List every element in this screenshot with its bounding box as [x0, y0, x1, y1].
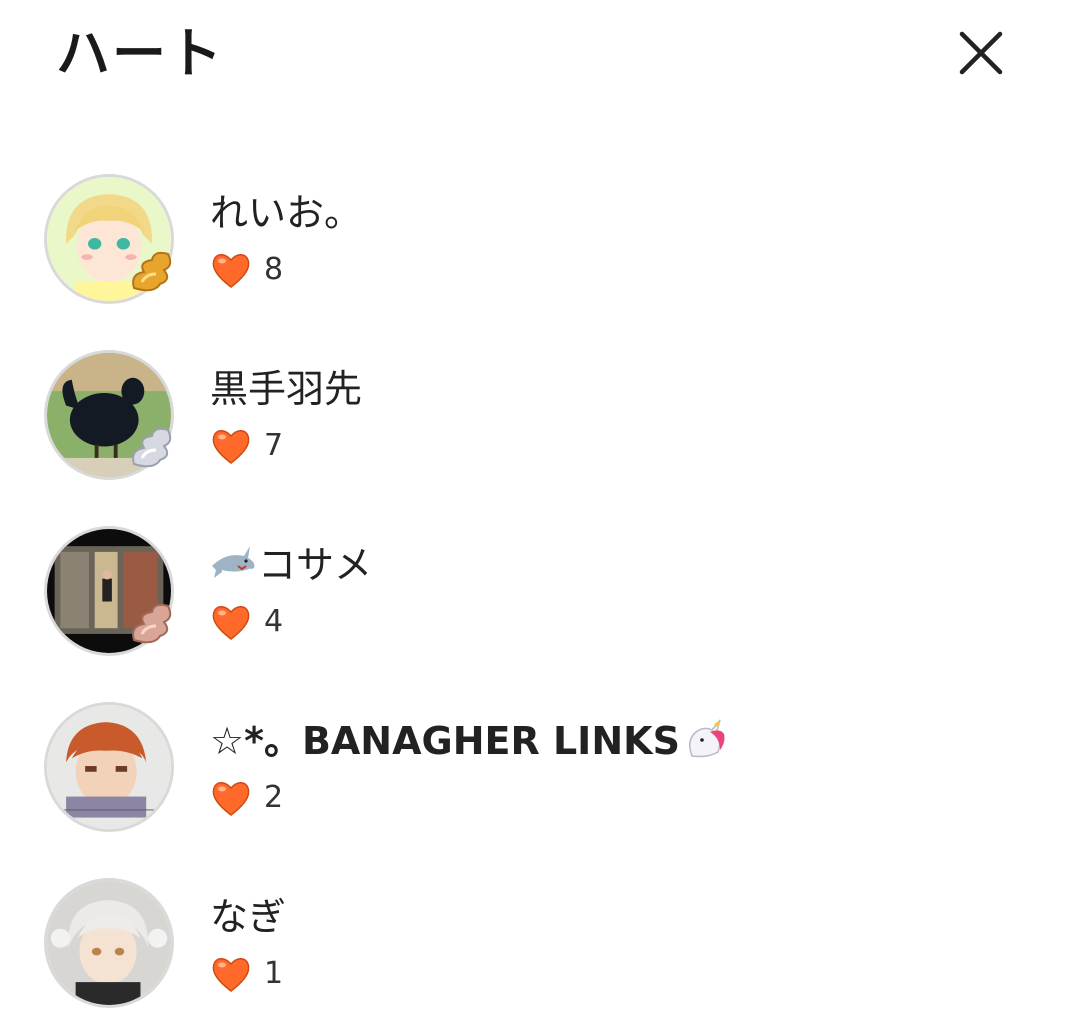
user-name-text: コサメ	[258, 543, 373, 587]
heart-count: 4	[210, 600, 283, 644]
close-button[interactable]	[950, 22, 1012, 84]
list-item[interactable]: 黒手羽先 7	[0, 346, 1080, 486]
heart-icon	[210, 602, 252, 642]
heart-icon	[210, 426, 252, 466]
list-item[interactable]: コサメ 4	[0, 522, 1080, 662]
user-name: コサメ	[210, 540, 372, 590]
close-icon	[959, 31, 1003, 75]
avatar[interactable]	[44, 878, 174, 1008]
unicorn-icon	[680, 716, 728, 760]
count-value: 2	[264, 780, 284, 815]
heart-count: 2	[210, 776, 283, 820]
user-name: 黒手羽先	[210, 367, 363, 411]
list-item[interactable]: れいお。 8	[0, 170, 1080, 310]
heart-count: 8	[210, 248, 283, 292]
count-value: 7	[264, 428, 284, 463]
list-item[interactable]: なぎ 1	[0, 874, 1080, 1014]
gold-badge-icon	[124, 244, 178, 298]
user-name-text: ☆*。BANAGHER LINKS	[210, 719, 680, 763]
user-name: ☆*。BANAGHER LINKS	[210, 716, 728, 766]
hearts-panel: ハート れいお。 8 黒手羽先 7 コサメ 4 ☆*。BANAGHER LINK…	[0, 0, 1080, 1025]
count-value: 4	[264, 604, 284, 639]
heart-count: 1	[210, 952, 283, 996]
bronze-badge-icon	[124, 596, 178, 650]
page-title: ハート	[56, 22, 224, 85]
user-name: なぎ	[210, 895, 287, 939]
heart-icon	[210, 250, 252, 290]
heart-icon	[210, 778, 252, 818]
avatar[interactable]	[44, 702, 174, 832]
silver-badge-icon	[124, 420, 178, 474]
user-name: れいお。	[210, 191, 363, 235]
heart-icon	[210, 954, 252, 994]
count-value: 8	[264, 252, 284, 287]
heart-count: 7	[210, 424, 283, 468]
count-value: 1	[264, 956, 284, 991]
shark-icon	[210, 540, 258, 584]
list-item[interactable]: ☆*。BANAGHER LINKS 2	[0, 698, 1080, 838]
header: ハート	[0, 0, 1080, 110]
